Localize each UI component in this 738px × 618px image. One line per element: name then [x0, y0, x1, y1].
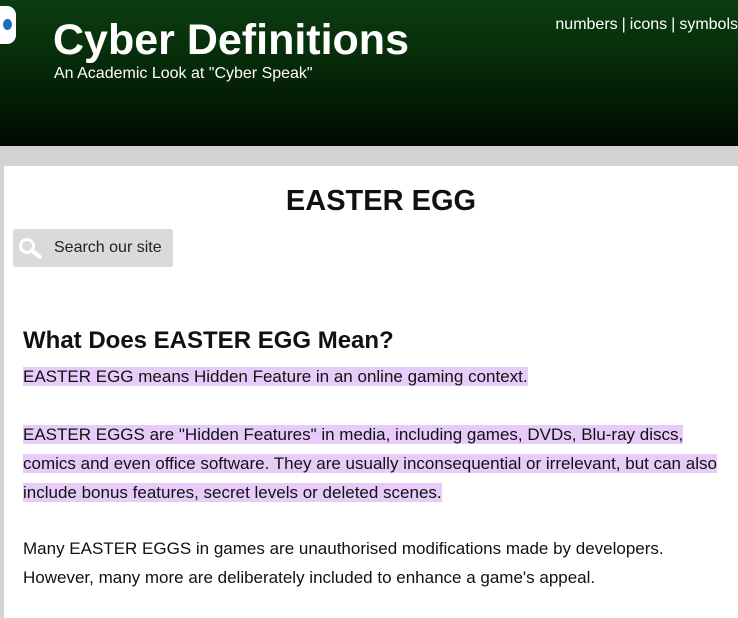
search-icon: [19, 238, 42, 259]
nav-link-numbers[interactable]: numbers: [555, 16, 617, 33]
nav-separator: |: [621, 16, 626, 33]
highlighted-text: EASTER EGGS are "Hidden Features" in med…: [23, 425, 717, 502]
site-subtitle: An Academic Look at "Cyber Speak": [54, 65, 313, 82]
main-content: EASTER EGG Search our site What Does EAS…: [4, 166, 738, 618]
term-title: EASTER EGG: [285, 185, 477, 217]
search-label: Search our site: [54, 239, 162, 256]
search-button[interactable]: Search our site: [13, 229, 173, 267]
site-header: Cyber Definitions An Academic Look at "C…: [0, 0, 738, 146]
explanation-paragraph: EASTER EGGS are "Hidden Features" in med…: [23, 420, 728, 507]
nav-link-icons[interactable]: icons: [630, 16, 667, 33]
nav-separator: |: [671, 16, 676, 33]
definition-paragraph: EASTER EGG means Hidden Feature in an on…: [23, 362, 728, 391]
highlighted-text: EASTER EGG means Hidden Feature in an on…: [23, 367, 528, 386]
logo-dot: [3, 19, 12, 30]
logo-icon[interactable]: [0, 6, 16, 44]
nav-link-symbols[interactable]: symbols: [679, 16, 738, 33]
detail-paragraph: Many EASTER EGGS in games are unauthoris…: [23, 539, 664, 587]
meaning-heading: What Does EASTER EGG Mean?: [23, 327, 394, 354]
top-nav: numbers | icons | symbols: [555, 15, 738, 35]
site-title[interactable]: Cyber Definitions: [53, 14, 409, 66]
